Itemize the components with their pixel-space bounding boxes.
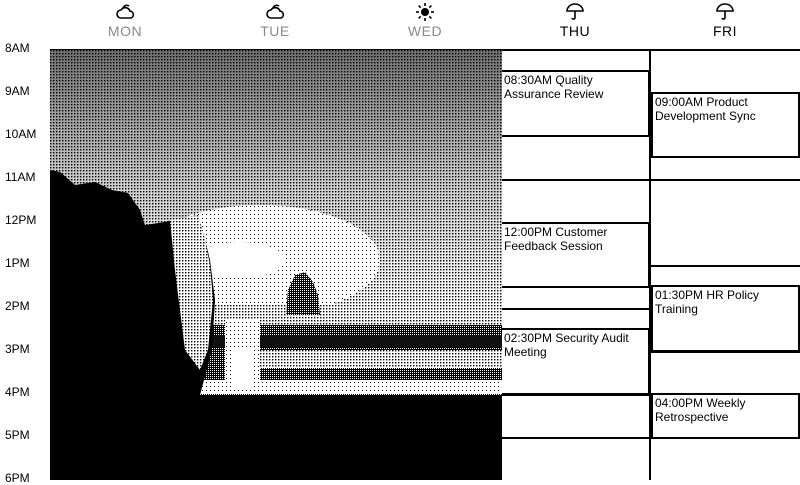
hour-label: 11AM xyxy=(5,170,36,184)
event-card-thu[interactable]: 12:00PM Customer Feedback Session xyxy=(500,222,650,288)
hour-gridline xyxy=(650,265,800,267)
event-time: 04:00PM xyxy=(655,396,704,410)
umbrella-icon xyxy=(650,2,800,22)
partly-cloudy-icon xyxy=(200,2,350,22)
hour-label: 10AM xyxy=(5,127,37,141)
sun-icon xyxy=(350,2,500,22)
day-label-mon: MON xyxy=(107,23,143,39)
day-label-wed: WED xyxy=(407,23,443,39)
day-header-thu: THU xyxy=(500,0,650,50)
hour-label: 3PM xyxy=(5,342,30,356)
hour-label: 4PM xyxy=(5,385,30,399)
event-time: 12:00PM xyxy=(504,225,553,239)
hour-label: 1PM xyxy=(5,256,30,270)
event-time: 02:30PM xyxy=(504,331,553,345)
event-card-thu[interactable]: 08:30AM Quality Assurance Review xyxy=(500,70,650,137)
day-header-mon: MON xyxy=(50,0,200,50)
hour-label: 6PM xyxy=(5,471,30,485)
event-card-thu[interactable]: 02:30PM Security Audit Meeting xyxy=(500,328,650,395)
hour-label: 9AM xyxy=(5,84,30,98)
event-card-fri[interactable]: 09:00AM Product Development Sync xyxy=(651,92,800,158)
event-time: 08:30AM xyxy=(504,73,553,87)
hour-label: 8AM xyxy=(5,41,30,55)
event-card-fri[interactable]: 01:30PM HR Policy Training xyxy=(651,285,800,352)
partly-cloudy-icon xyxy=(50,2,200,22)
day-label-thu: THU xyxy=(559,23,591,39)
day-label-fri: FRI xyxy=(712,23,738,39)
hour-label: 2PM xyxy=(5,299,30,313)
day-header-tue: TUE xyxy=(200,0,350,50)
hour-label: 12PM xyxy=(5,213,37,227)
umbrella-icon xyxy=(500,2,650,22)
background-photo xyxy=(50,50,502,480)
event-time: 01:30PM xyxy=(655,288,704,302)
day-label-tue: TUE xyxy=(260,23,290,39)
day-header-fri: FRI xyxy=(650,0,800,50)
event-card-fri[interactable]: 04:00PM Weekly Retrospective xyxy=(651,393,800,439)
hour-gridline xyxy=(500,308,650,310)
hour-label: 5PM xyxy=(5,428,30,442)
event-time: 09:00AM xyxy=(655,95,704,109)
day-header-wed: WED xyxy=(350,0,500,50)
